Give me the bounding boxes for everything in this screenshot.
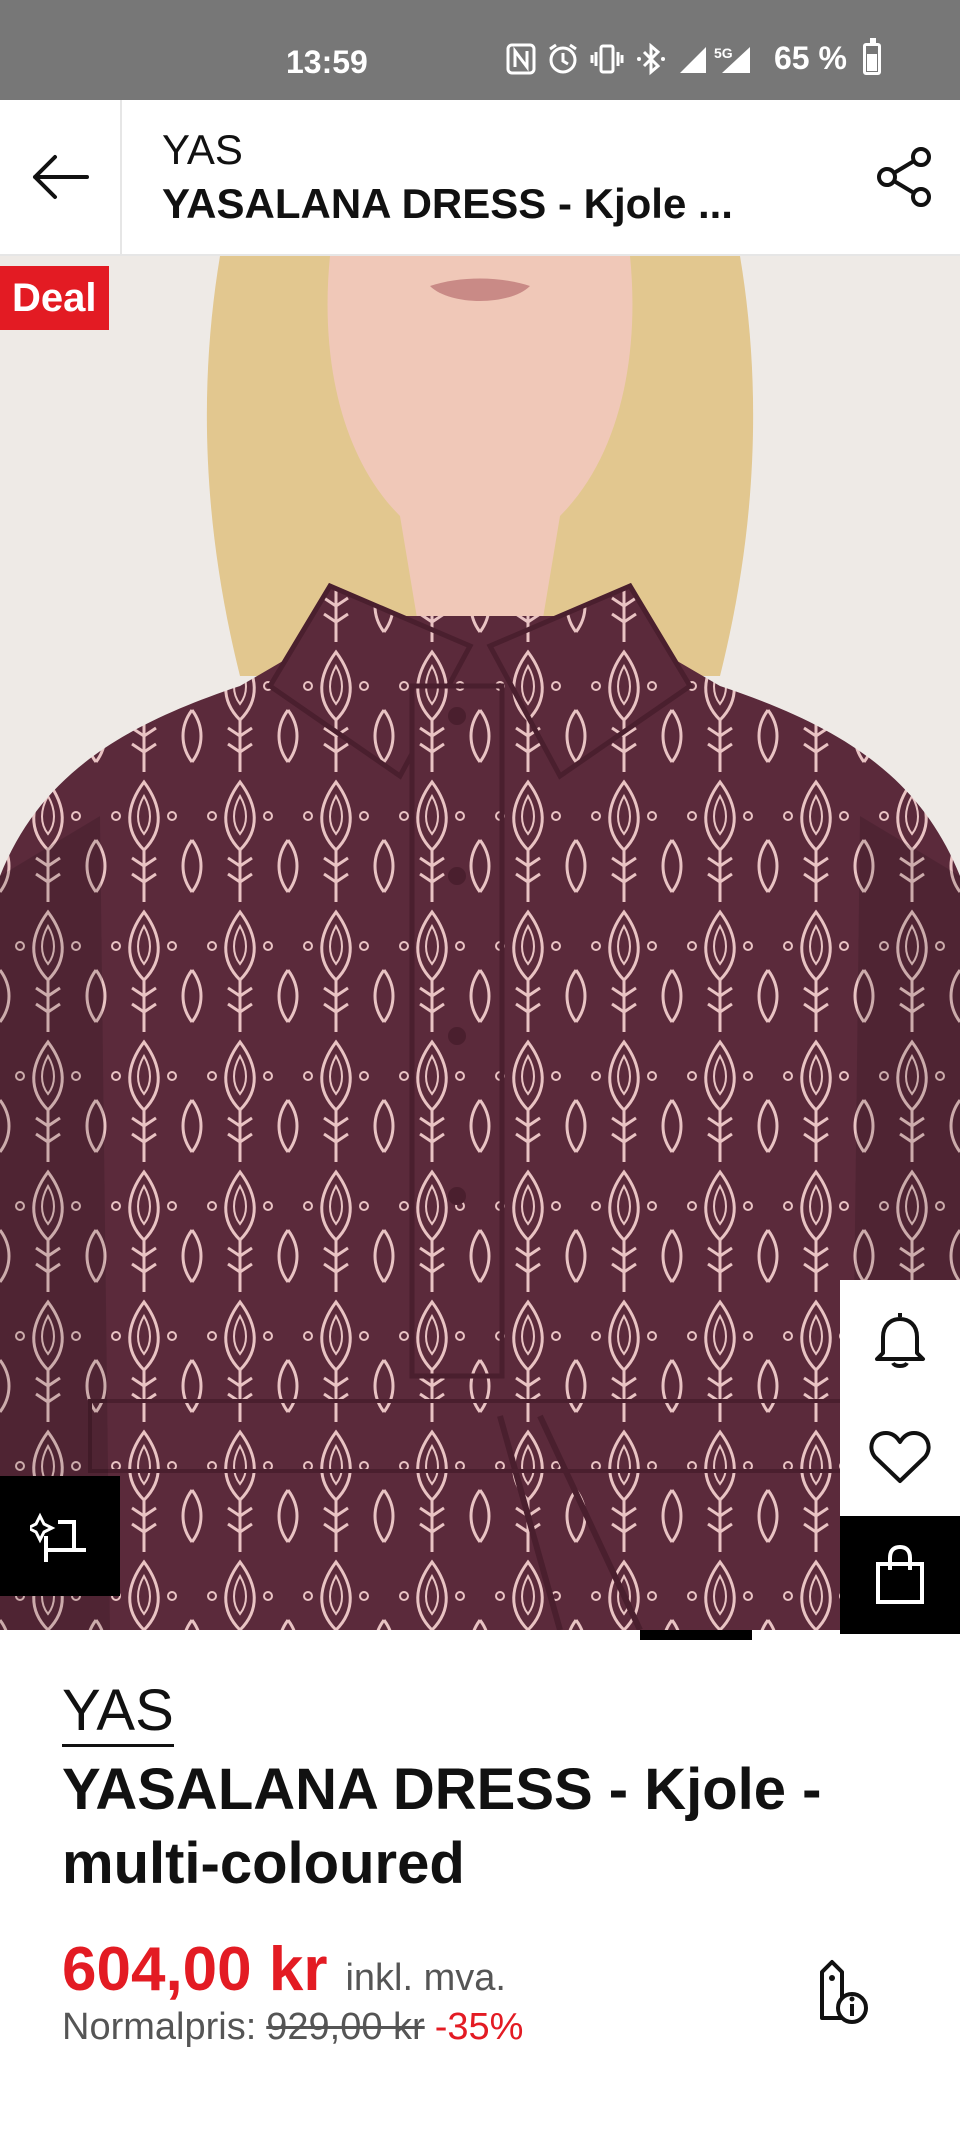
status-time: 13:59 bbox=[286, 44, 368, 80]
shopping-bag-icon bbox=[876, 1544, 924, 1604]
price-tag-info-icon bbox=[820, 1960, 868, 2024]
price-row: 604,00 kr inkl. mva. bbox=[62, 1934, 506, 2005]
header-titles: YAS YASALANA DRESS - Kjole ... bbox=[162, 124, 822, 232]
header-product-title: YASALANA DRESS - Kjole ... bbox=[162, 180, 733, 227]
image-carousel-indicator bbox=[640, 1630, 752, 1640]
nfc-icon bbox=[506, 43, 536, 74]
status-icons: 5G 65 % bbox=[506, 37, 881, 77]
battery-percent: 65 % bbox=[774, 40, 847, 76]
crop-sparkle-icon bbox=[30, 1512, 86, 1562]
battery-icon bbox=[862, 37, 881, 75]
product-image[interactable] bbox=[0, 256, 960, 1630]
share-icon bbox=[877, 147, 931, 207]
arrow-left-icon bbox=[33, 155, 89, 199]
alarm-icon bbox=[549, 43, 577, 73]
wishlist-button[interactable] bbox=[840, 1398, 960, 1516]
side-actions bbox=[840, 1280, 960, 1634]
bell-icon bbox=[875, 1313, 925, 1368]
status-bar: 13:59 5G 65 % bbox=[0, 0, 960, 100]
share-button[interactable] bbox=[872, 144, 938, 210]
brand-link[interactable]: YAS bbox=[62, 1678, 174, 1747]
add-to-bag-button[interactable] bbox=[840, 1516, 960, 1634]
bluetooth-icon bbox=[637, 42, 665, 75]
vat-note: inkl. mva. bbox=[345, 1957, 506, 1999]
back-button[interactable] bbox=[0, 100, 122, 254]
product-photo bbox=[0, 256, 960, 1630]
sale-price: 604,00 kr bbox=[62, 1935, 328, 2004]
notify-button[interactable] bbox=[840, 1280, 960, 1398]
top-app-bar: YAS YASALANA DRESS - Kjole ... bbox=[0, 100, 960, 256]
normal-price: 929,00 kr bbox=[266, 2006, 425, 2048]
header-brand: YAS bbox=[162, 126, 243, 173]
normal-price-label: Normalpris: bbox=[62, 2006, 257, 2048]
5g-signal-icon: 5G bbox=[714, 43, 752, 75]
signal-icon bbox=[680, 46, 706, 73]
deal-badge: Deal bbox=[0, 266, 109, 330]
vibrate-icon bbox=[590, 44, 624, 73]
similar-items-button[interactable] bbox=[0, 1476, 120, 1596]
heart-icon bbox=[869, 1431, 931, 1483]
product-name: YASALANA DRESS - Kjole - multi-coloured bbox=[62, 1757, 822, 1896]
product-info: YAS YASALANA DRESS - Kjole - multi-colou… bbox=[62, 1678, 922, 1901]
price-info-button[interactable] bbox=[808, 1958, 872, 2028]
discount-percent: -35% bbox=[434, 2006, 524, 2048]
normal-price-row: Normalpris: 929,00 kr -35% bbox=[62, 2006, 523, 2049]
